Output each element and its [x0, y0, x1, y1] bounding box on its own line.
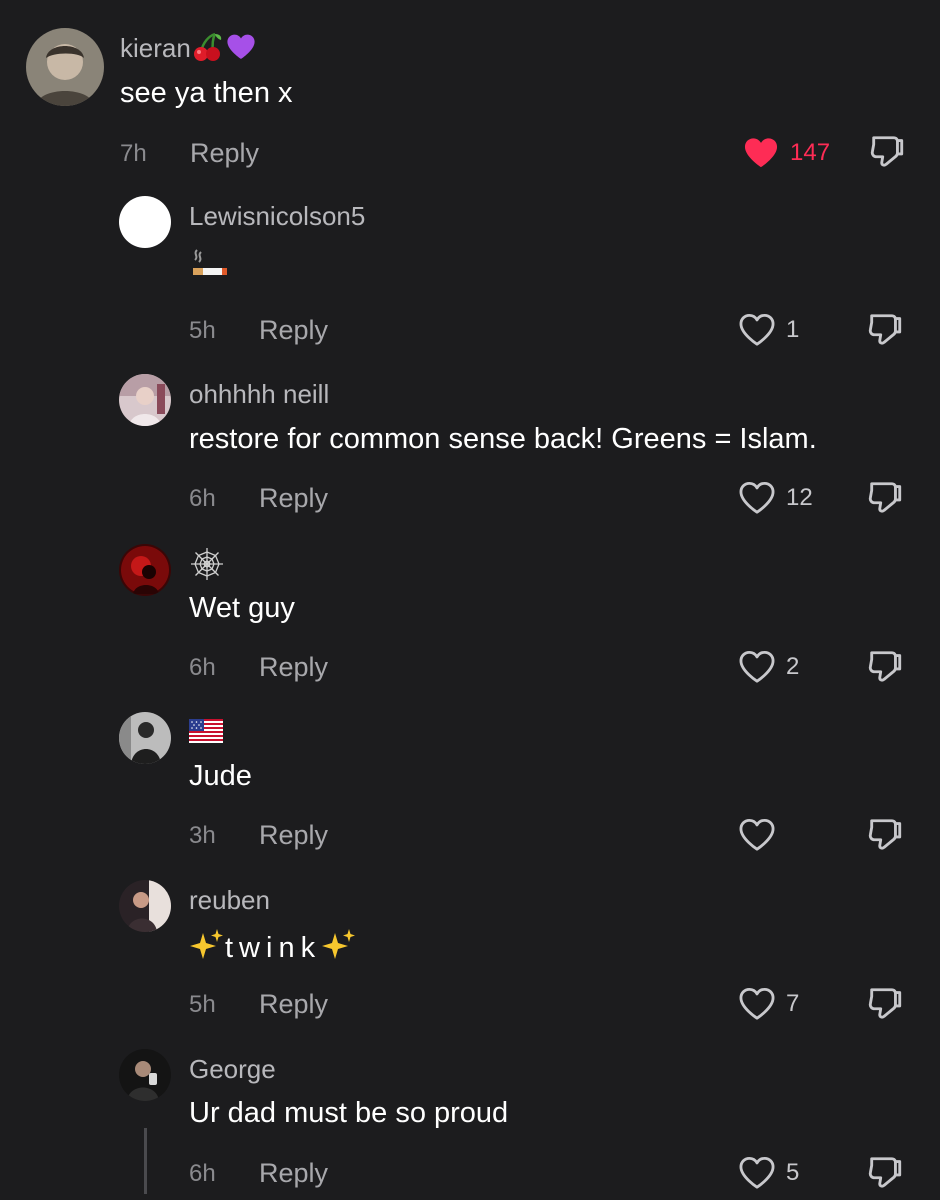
- dislike-button[interactable]: [866, 479, 904, 522]
- sparkles-icon: [321, 927, 357, 972]
- reply-button[interactable]: Reply: [259, 483, 328, 513]
- reply-button[interactable]: Reply: [259, 652, 328, 682]
- comment-text: Jude: [189, 760, 252, 792]
- sparkles-icon: [189, 927, 225, 972]
- thumbs-down-icon: [866, 816, 904, 854]
- avatar[interactable]: [119, 544, 171, 596]
- avatar[interactable]: [119, 880, 171, 932]
- dislike-button[interactable]: [866, 311, 904, 354]
- username[interactable]: ohhhhh neill: [189, 379, 329, 409]
- dislike-button[interactable]: [866, 1154, 904, 1197]
- dislike-button[interactable]: [868, 133, 906, 176]
- comment-text: Ur dad must be so proud: [189, 1097, 509, 1129]
- reply-button[interactable]: Reply: [259, 315, 328, 345]
- spider-web-icon: [189, 546, 225, 588]
- thumbs-down-icon: [866, 648, 904, 686]
- avatar[interactable]: [119, 374, 171, 426]
- comment-time: 5h: [189, 317, 216, 344]
- like-button[interactable]: 2: [738, 650, 799, 684]
- comment-text: twink: [189, 927, 357, 972]
- reply-button[interactable]: Reply: [259, 989, 328, 1019]
- heart-outline-icon: [738, 313, 776, 347]
- reply-thread-line: [144, 1128, 147, 1194]
- cigarette-icon: [189, 246, 231, 291]
- like-count: 147: [790, 139, 831, 166]
- like-count: 5: [786, 1159, 800, 1186]
- purple-heart-icon: [225, 32, 257, 68]
- heart-outline-icon: [738, 481, 776, 515]
- like-button[interactable]: [738, 818, 786, 852]
- comment-time: 3h: [189, 822, 216, 849]
- like-count: 1: [786, 316, 800, 343]
- username[interactable]: kieran: [120, 32, 257, 68]
- username[interactable]: George: [189, 1054, 276, 1084]
- username[interactable]: [189, 717, 223, 749]
- heart-outline-icon: [738, 987, 776, 1021]
- like-count: 12: [786, 484, 813, 511]
- thumbs-down-icon: [866, 311, 904, 349]
- reply-button[interactable]: Reply: [190, 138, 259, 168]
- reply-button[interactable]: Reply: [259, 820, 328, 850]
- like-count: 7: [786, 990, 800, 1017]
- avatar[interactable]: [119, 196, 171, 248]
- like-button[interactable]: 12: [738, 481, 813, 515]
- avatar[interactable]: [119, 712, 171, 764]
- dislike-button[interactable]: [866, 985, 904, 1028]
- thumbs-down-icon: [866, 985, 904, 1023]
- comment-time: 7h: [120, 140, 147, 167]
- dislike-button[interactable]: [866, 816, 904, 859]
- comment-time: 6h: [189, 654, 216, 681]
- comment-text: [189, 246, 231, 291]
- thumbs-down-icon: [866, 479, 904, 517]
- thumbs-down-icon: [866, 1154, 904, 1192]
- comment-time: 6h: [189, 485, 216, 512]
- avatar[interactable]: [119, 1049, 171, 1101]
- like-button[interactable]: 1: [738, 313, 799, 347]
- like-button[interactable]: 5: [738, 1156, 799, 1190]
- comment-text: restore for common sense back! Greens = …: [189, 423, 817, 455]
- username[interactable]: reuben: [189, 885, 270, 915]
- reply-button[interactable]: Reply: [259, 1158, 328, 1188]
- like-count: 2: [786, 653, 800, 680]
- us-flag-icon: [189, 719, 223, 749]
- thumbs-down-icon: [868, 133, 906, 171]
- comment-time: 6h: [189, 1160, 216, 1187]
- like-button[interactable]: 7: [738, 987, 799, 1021]
- heart-outline-icon: [738, 818, 776, 852]
- heart-outline-icon: [738, 1156, 776, 1190]
- username[interactable]: [189, 546, 225, 588]
- heart-filled-icon: [742, 136, 780, 170]
- comment-time: 5h: [189, 991, 216, 1018]
- comment-text: see ya then x: [120, 77, 293, 109]
- like-button[interactable]: 147: [742, 136, 830, 170]
- username[interactable]: Lewisnicolson5: [189, 201, 365, 231]
- avatar[interactable]: [26, 28, 104, 106]
- heart-outline-icon: [738, 650, 776, 684]
- comment-text: Wet guy: [189, 592, 295, 624]
- dislike-button[interactable]: [866, 648, 904, 691]
- cherries-icon: [191, 32, 223, 68]
